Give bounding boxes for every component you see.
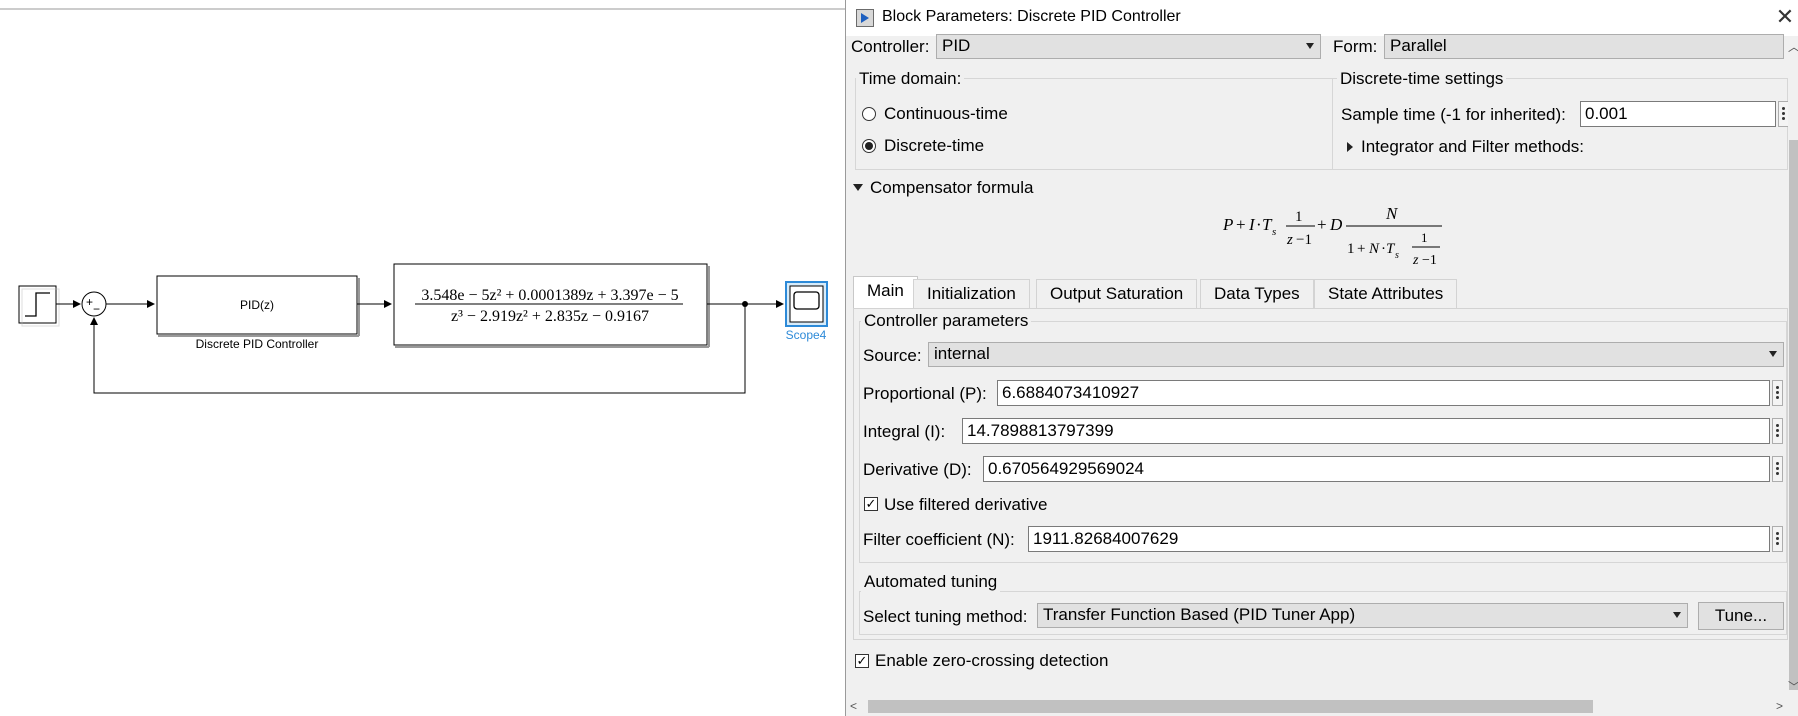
vertical-scrollbar-thumb[interactable]	[1789, 140, 1798, 690]
tuning-method-value: Transfer Function Based (PID Tuner App)	[1043, 605, 1356, 624]
svg-text:1: 1	[1295, 209, 1303, 225]
use-filtered-derivative-label[interactable]: Use filtered derivative	[884, 495, 1047, 515]
source-value: internal	[934, 344, 990, 363]
more-options-icon[interactable]	[1772, 526, 1783, 552]
tab-state-attributes[interactable]: State Attributes	[1314, 279, 1458, 309]
controller-value: PID	[942, 36, 971, 55]
tab-initialization[interactable]: Initialization	[913, 279, 1030, 309]
sample-time-label: Sample time (-1 for inherited):	[1341, 105, 1566, 124]
integrator-methods-toggle[interactable]: Integrator and Filter methods:	[1361, 137, 1584, 157]
discrete-time-label[interactable]: Discrete-time	[884, 136, 984, 156]
block-parameters-dialog: Block Parameters: Discrete PID Controlle…	[845, 0, 1798, 716]
chevron-down-icon	[1769, 351, 1777, 357]
pid-block-caption: Discrete PID Controller	[196, 337, 319, 351]
svg-text:I: I	[1248, 215, 1256, 234]
controller-label: Controller:	[851, 37, 930, 56]
discrete-time-settings-legend: Discrete-time settings	[1337, 69, 1507, 89]
chevron-down-icon	[1673, 612, 1681, 618]
svg-text:s: s	[1395, 250, 1399, 261]
filter-coefficient-label: Filter coefficient (N):	[863, 530, 1015, 549]
pid-block-label: PID(z)	[240, 298, 274, 312]
tf-denominator: z³ − 2.919z² + 2.835z − 0.9167	[451, 308, 649, 325]
sum-plus-sign: +	[86, 295, 93, 309]
tf-numerator: 3.548e − 5z² + 0.0001389z + 3.397e − 5	[421, 287, 678, 304]
derivative-label: Derivative (D):	[863, 460, 972, 479]
form-label: Form:	[1333, 37, 1378, 56]
source-label: Source:	[863, 346, 922, 365]
svg-text:·: ·	[1256, 215, 1262, 234]
svg-text:1: 1	[1421, 230, 1428, 245]
form-dropdown[interactable]: Parallel	[1384, 34, 1784, 59]
svg-text:z: z	[1412, 253, 1419, 268]
chevron-down-icon	[1306, 43, 1314, 49]
controller-dropdown[interactable]: PID	[936, 34, 1321, 59]
proportional-field[interactable]: 6.6884073410927	[997, 380, 1770, 406]
tuning-method-dropdown[interactable]: Transfer Function Based (PID Tuner App)	[1037, 603, 1688, 628]
proportional-label: Proportional (P):	[863, 384, 987, 403]
svg-text:−1: −1	[1422, 253, 1437, 268]
svg-text:+: +	[1357, 241, 1365, 257]
sample-time-field[interactable]: 0.001	[1580, 101, 1776, 127]
time-domain-legend: Time domain:	[856, 69, 965, 89]
tuning-method-label: Select tuning method:	[863, 607, 1028, 626]
derivative-field[interactable]: 0.670564929569024	[983, 456, 1770, 482]
expand-right-icon[interactable]	[1347, 142, 1353, 152]
tune-button[interactable]: Tune...	[1698, 602, 1784, 630]
more-options-icon[interactable]	[1772, 418, 1783, 444]
svg-text:D: D	[1329, 215, 1343, 234]
more-options-icon[interactable]	[1772, 380, 1783, 406]
dialog-title: Block Parameters: Discrete PID Controlle…	[882, 8, 1181, 25]
scope-label: Scope4	[786, 328, 827, 342]
close-icon[interactable]: ✕	[1774, 4, 1796, 30]
simulink-block-icon	[856, 9, 874, 27]
svg-text:P: P	[1222, 215, 1233, 234]
tab-data-types[interactable]: Data Types	[1200, 279, 1314, 309]
sum-minus-sign: −	[93, 302, 100, 316]
tab-output-saturation[interactable]: Output Saturation	[1036, 279, 1198, 309]
source-dropdown[interactable]: internal	[928, 342, 1784, 367]
integral-label: Integral (I):	[863, 422, 946, 441]
model-canvas[interactable]: + − PID(z) Discrete PID Controller 3.548…	[0, 0, 845, 716]
scroll-right-icon[interactable]: >	[1776, 699, 1783, 713]
scroll-up-icon[interactable]: ︿	[1788, 38, 1798, 55]
scroll-down-icon[interactable]: ﹀	[1788, 678, 1798, 695]
continuous-time-label[interactable]: Continuous-time	[884, 104, 1008, 124]
integral-field[interactable]: 14.7898813797399	[962, 418, 1770, 444]
compensator-formula-image: P + I · T s 1 z −1 + D N 1 + N · T s 1 z…	[1222, 204, 1442, 268]
continuous-time-radio[interactable]	[862, 107, 876, 121]
scroll-left-icon[interactable]: <	[850, 699, 857, 713]
svg-text:−1: −1	[1296, 232, 1312, 248]
time-domain-group	[855, 78, 1333, 170]
discrete-time-radio[interactable]	[862, 139, 876, 153]
horizontal-scrollbar-thumb[interactable]	[868, 700, 1593, 713]
compensator-formula-toggle[interactable]: Compensator formula	[870, 178, 1033, 198]
automated-tuning-legend: Automated tuning	[861, 572, 1001, 592]
collapse-down-icon[interactable]	[853, 184, 863, 191]
block-diagram: + − PID(z) Discrete PID Controller 3.548…	[0, 8, 845, 394]
svg-text:+: +	[1236, 215, 1246, 234]
svg-text:N: N	[1368, 241, 1380, 257]
use-filtered-derivative-checkbox[interactable]: ✓	[864, 497, 878, 511]
step-block[interactable]	[18, 285, 60, 327]
scope-block[interactable]	[785, 281, 828, 327]
svg-text:+: +	[1317, 215, 1327, 234]
svg-text:s: s	[1272, 226, 1276, 238]
svg-text:1: 1	[1347, 241, 1355, 257]
filter-coefficient-field[interactable]: 1911.82684007629	[1028, 526, 1770, 552]
form-value: Parallel	[1390, 36, 1447, 55]
zero-crossing-label[interactable]: Enable zero-crossing detection	[875, 651, 1108, 671]
tab-main[interactable]: Main	[853, 276, 918, 308]
controller-parameters-legend: Controller parameters	[861, 311, 1032, 331]
zero-crossing-checkbox[interactable]: ✓	[855, 654, 869, 668]
svg-text:z: z	[1286, 232, 1293, 248]
more-options-icon[interactable]	[1772, 456, 1783, 482]
transfer-function-block[interactable]	[393, 263, 710, 348]
svg-text:N: N	[1385, 204, 1399, 223]
